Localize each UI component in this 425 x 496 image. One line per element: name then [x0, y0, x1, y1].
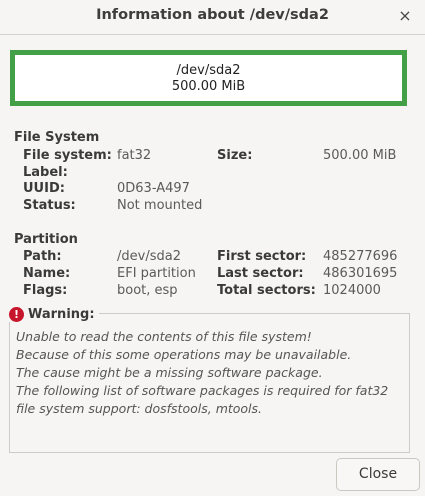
part-first-sector-value: 485277696 — [323, 249, 398, 264]
partition-heading: Partition — [14, 232, 78, 247]
error-icon: ! — [9, 307, 24, 322]
filesystem-heading: File System — [14, 130, 100, 145]
part-path-value: /dev/sda2 — [117, 249, 181, 264]
part-flags-value: boot, esp — [117, 283, 178, 298]
part-name-label: Name: — [23, 266, 71, 281]
fs-status-value: Not mounted — [117, 198, 203, 213]
part-last-sector-label: Last sector: — [217, 266, 304, 281]
warning-line: The cause might be a missing software pa… — [16, 365, 323, 380]
part-path-label: Path: — [23, 249, 62, 264]
part-flags-label: Flags: — [23, 283, 68, 298]
close-icon[interactable]: × — [395, 6, 415, 26]
fs-size-label: Size: — [217, 148, 253, 163]
fs-label-label: Label: — [23, 165, 68, 180]
warning-frame: Unable to read the contents of this file… — [9, 313, 410, 453]
fs-size-value: 500.00 MiB — [323, 148, 397, 163]
fs-uuid-value: 0D63-A497 — [117, 181, 190, 196]
partition-graphic: /dev/sda2 500.00 MiB — [10, 50, 407, 106]
fs-uuid-label: UUID: — [23, 181, 65, 196]
part-total-sectors-value: 1024000 — [323, 283, 381, 298]
info-dialog: Information about /dev/sda2 × /dev/sda2 … — [0, 0, 425, 496]
fs-status-label: Status: — [23, 198, 76, 213]
part-last-sector-value: 486301695 — [323, 266, 398, 281]
part-first-sector-label: First sector: — [217, 249, 307, 264]
part-name-value: EFI partition — [117, 266, 196, 281]
warning-line: Because of this some operations may be u… — [16, 347, 352, 362]
fs-type-label: File system: — [23, 148, 112, 163]
partition-graphic-name: /dev/sda2 — [176, 63, 241, 78]
warning-line: The following list of software packages … — [16, 383, 389, 398]
warning-line: Unable to read the contents of this file… — [16, 329, 312, 344]
warning-header: ! Warning: — [9, 304, 99, 322]
warning-heading: Warning: — [28, 307, 95, 322]
dialog-title: Information about /dev/sda2 — [96, 7, 329, 23]
partition-graphic-size: 500.00 MiB — [171, 79, 246, 94]
close-button[interactable]: Close — [336, 458, 420, 491]
warning-text: Unable to read the contents of this file… — [16, 328, 388, 418]
fs-type-value: fat32 — [117, 148, 152, 163]
part-total-sectors-label: Total sectors: — [217, 283, 316, 298]
warning-line: file system support: dosfstools, mtools. — [16, 401, 263, 416]
titlebar: Information about /dev/sda2 × — [0, 0, 425, 35]
